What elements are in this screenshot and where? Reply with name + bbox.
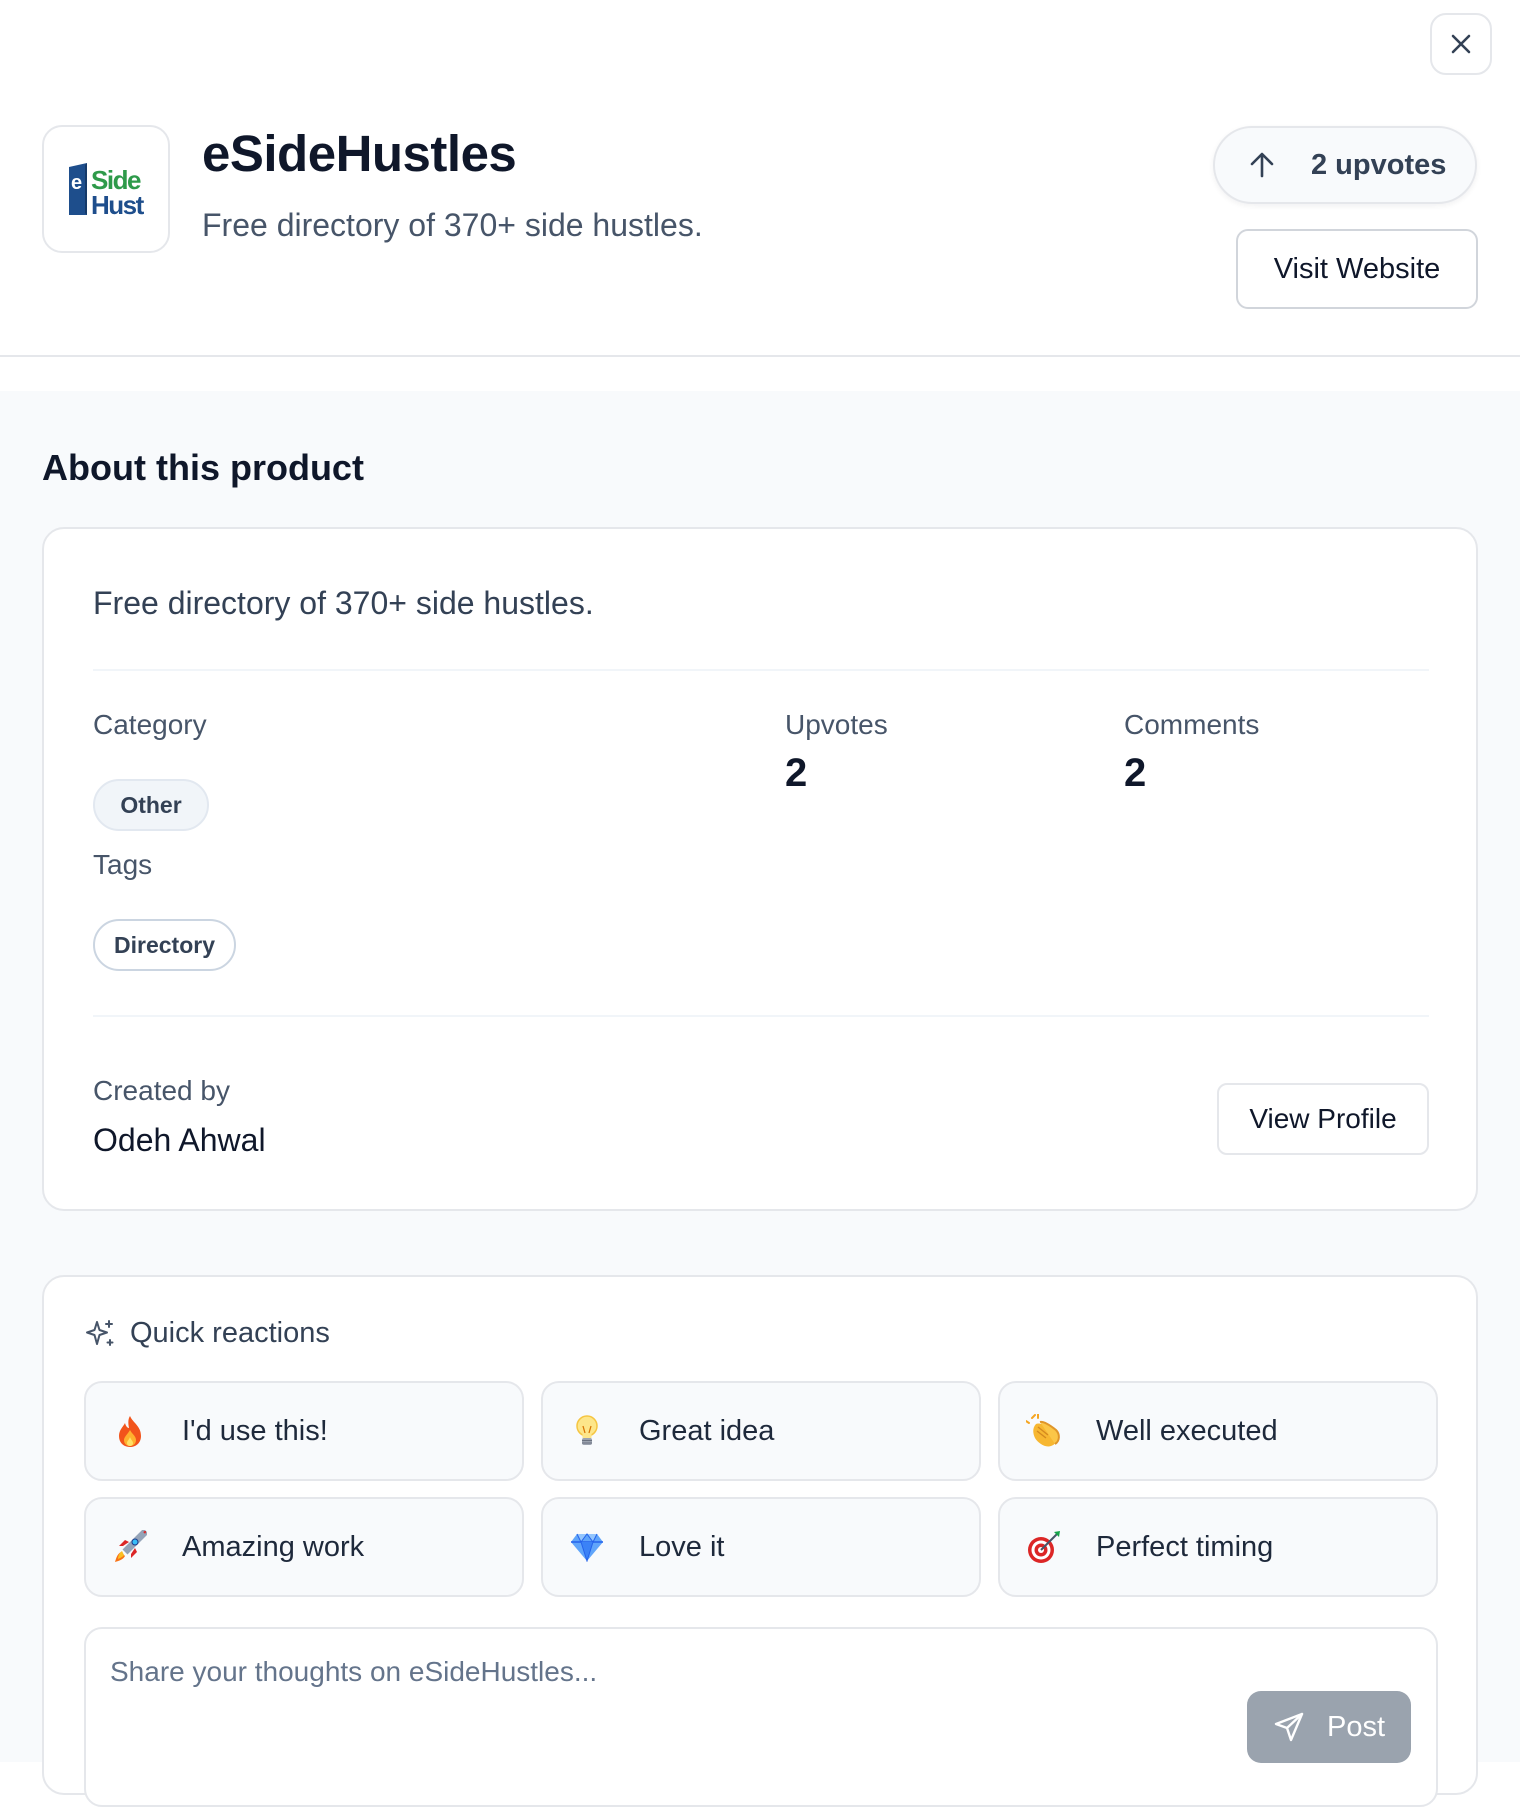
lightbulb-icon xyxy=(567,1411,607,1451)
product-tagline: Free directory of 370+ side hustles. xyxy=(202,207,703,243)
category-label: Category xyxy=(93,709,207,740)
rocket-icon xyxy=(110,1527,150,1567)
upvotes-value: 2 xyxy=(785,751,808,795)
divider xyxy=(93,1015,1429,1017)
reaction-love-it[interactable]: Love it xyxy=(541,1497,981,1597)
creator-name: Odeh Ahwal xyxy=(93,1122,266,1158)
reaction-label: I'd use this! xyxy=(182,1414,328,1447)
product-logo: e Side Hust xyxy=(42,125,170,253)
reaction-great-idea[interactable]: Great idea xyxy=(541,1381,981,1481)
comments-label: Comments xyxy=(1124,709,1260,740)
category-badge[interactable]: Other xyxy=(93,779,209,831)
sparkles-icon xyxy=(86,1319,114,1346)
reaction-well-executed[interactable]: Well executed xyxy=(998,1381,1438,1481)
view-profile-button[interactable]: View Profile xyxy=(1217,1083,1429,1155)
close-button[interactable] xyxy=(1430,13,1492,75)
comment-box: Post xyxy=(84,1627,1438,1807)
reaction-label: Amazing work xyxy=(182,1530,365,1563)
product-description: Free directory of 370+ side hustles. xyxy=(93,585,594,621)
fire-icon xyxy=(110,1411,150,1451)
tags-label: Tags xyxy=(93,849,153,880)
section-title: About this product xyxy=(42,447,364,488)
quick-reactions-title: Quick reactions xyxy=(130,1317,330,1349)
quick-reactions-header: Quick reactions xyxy=(84,1317,330,1350)
post-button[interactable]: Post xyxy=(1247,1691,1411,1763)
send-icon xyxy=(1274,1712,1304,1742)
gem-icon xyxy=(567,1527,607,1567)
upvote-button[interactable]: 2 upvotes xyxy=(1213,126,1477,204)
eside-hustles-logo: e Side Hust xyxy=(69,163,146,219)
quick-reactions-card: Quick reactions I'd use this! Great idea… xyxy=(42,1275,1478,1807)
reaction-label: Love it xyxy=(639,1530,725,1563)
visit-website-button[interactable]: Visit Website xyxy=(1236,229,1478,309)
svg-text:Hust: Hust xyxy=(91,190,145,219)
created-by-label: Created by xyxy=(93,1075,230,1106)
close-icon xyxy=(1451,34,1471,54)
arrow-up-icon xyxy=(1250,152,1274,178)
reaction-amazing-work[interactable]: Amazing work xyxy=(84,1497,524,1597)
comments-value: 2 xyxy=(1124,751,1147,795)
reaction-label: Great idea xyxy=(639,1414,775,1447)
comment-input[interactable] xyxy=(110,1647,1370,1697)
upvotes-label: Upvotes xyxy=(785,709,888,740)
product-details: About this product Free directory of 370… xyxy=(0,391,1520,1807)
clapping-hands-icon xyxy=(1024,1411,1064,1451)
product-title: eSideHustles xyxy=(202,125,517,182)
target-icon xyxy=(1024,1527,1064,1567)
svg-text:e: e xyxy=(71,172,82,194)
reaction-perfect-timing[interactable]: Perfect timing xyxy=(998,1497,1438,1597)
reaction-id-use-this[interactable]: I'd use this! xyxy=(84,1381,524,1481)
reaction-label: Well executed xyxy=(1096,1414,1278,1447)
product-header: e Side Hust eSideHustles Free directory … xyxy=(0,0,1520,357)
tag-directory[interactable]: Directory xyxy=(93,919,236,971)
reaction-label: Perfect timing xyxy=(1096,1530,1274,1563)
about-card: Free directory of 370+ side hustles. Cat… xyxy=(42,527,1478,1211)
upvote-count-label: 2 upvotes xyxy=(1311,148,1447,181)
post-label: Post xyxy=(1326,1710,1386,1743)
divider xyxy=(93,669,1429,671)
